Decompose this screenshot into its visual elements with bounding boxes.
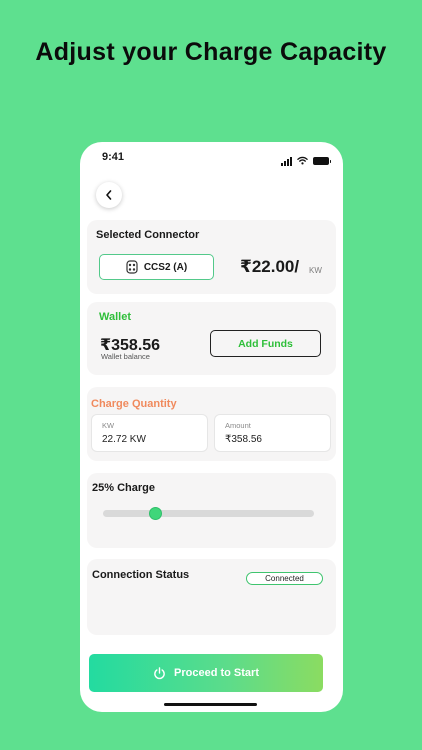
amount-field-value: ₹358.56 xyxy=(225,434,262,445)
status-icons xyxy=(281,152,331,170)
back-button[interactable] xyxy=(96,182,122,208)
phone-screen: 9:41 Selected Connector CCS2 (A) ₹22.00/… xyxy=(80,142,343,712)
wallet-balance-label: Wallet balance xyxy=(101,352,150,361)
kw-field-label: KW xyxy=(102,421,115,430)
signal-icon xyxy=(281,156,292,166)
ev-plug-icon xyxy=(126,260,138,274)
charge-quantity-card: Charge Quantity KW 22.72 KW Amount ₹358.… xyxy=(87,387,336,461)
amount-field[interactable]: Amount ₹358.56 xyxy=(214,414,331,452)
status-bar: 9:41 xyxy=(80,142,343,174)
charge-percent-card: 25% Charge xyxy=(87,473,336,548)
charge-slider-thumb[interactable] xyxy=(149,507,163,520)
charge-slider-track[interactable] xyxy=(103,507,314,520)
kw-field[interactable]: KW 22.72 KW xyxy=(91,414,208,452)
add-funds-button[interactable]: Add Funds xyxy=(210,330,321,357)
wifi-icon xyxy=(297,152,308,170)
connection-status-badge: Connected xyxy=(246,572,323,585)
wallet-card: Wallet ₹358.56 Wallet balance Add Funds xyxy=(87,302,336,375)
connector-card-title: Selected Connector xyxy=(96,229,200,241)
power-icon xyxy=(154,666,165,679)
connection-status-title: Connection Status xyxy=(92,569,190,581)
proceed-to-start-button[interactable]: Proceed to Start xyxy=(89,654,323,692)
price-unit: KW xyxy=(309,266,322,275)
home-indicator xyxy=(164,703,257,706)
charge-quantity-title: Charge Quantity xyxy=(91,398,177,410)
wallet-title: Wallet xyxy=(99,311,131,323)
amount-field-label: Amount xyxy=(225,421,251,430)
connection-status-card: Connection Status Connected xyxy=(87,559,336,635)
page-headline: Adjust your Charge Capacity xyxy=(35,38,387,66)
battery-icon xyxy=(313,157,331,165)
connector-chip[interactable]: CCS2 (A) xyxy=(99,254,214,280)
chevron-left-icon xyxy=(106,190,112,200)
proceed-to-start-label: Proceed to Start xyxy=(174,667,259,679)
status-time: 9:41 xyxy=(102,151,125,163)
price-per-kw: ₹22.00/ xyxy=(240,257,300,276)
connector-label: CCS2 (A) xyxy=(143,261,188,273)
kw-field-value: 22.72 KW xyxy=(102,434,146,445)
selected-connector-card: Selected Connector CCS2 (A) ₹22.00/ KW xyxy=(87,220,336,294)
charge-percent-title: 25% Charge xyxy=(92,482,155,494)
